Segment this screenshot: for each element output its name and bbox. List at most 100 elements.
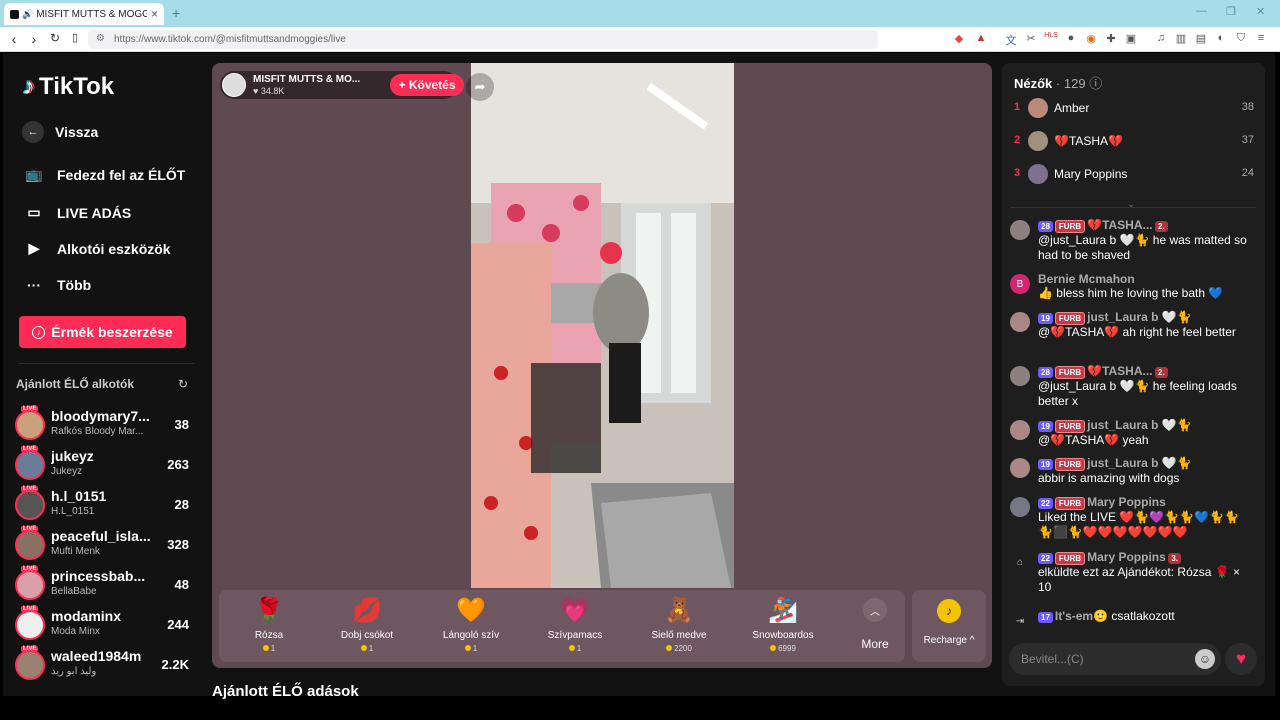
avatar[interactable] [1010,420,1030,440]
chat-text: @💔TASHA💔 yeah [1038,433,1149,447]
avatar[interactable] [1010,312,1030,332]
minimize-button[interactable]: — [1196,5,1207,17]
gift-item[interactable]: 🧸 Sielő medve 2200 [639,590,719,662]
extension-icon[interactable]: ◉ [1084,32,1098,45]
avatar[interactable] [1010,220,1030,240]
host-name[interactable]: MISFIT MUTTS & MO... [253,74,360,85]
creator-item[interactable]: LIVE peaceful_isla... Mufti Menk 328 [15,526,193,564]
avatar[interactable] [1010,366,1030,386]
tiktok-logo[interactable]: ♪ TikTok [23,73,114,101]
close-window-button[interactable]: ✕ [1256,5,1265,18]
coin-icon [770,645,777,651]
nav-creator-tools[interactable]: ▶ Alkotói eszközök [23,240,171,257]
top-viewer[interactable]: 3 Mary Poppins 24 [1014,162,1254,186]
live-video[interactable] [471,63,734,588]
chat-text: @just_Laura b 🤍🐈 he feeling loads better… [1038,379,1237,408]
translate-icon[interactable]: 文 [1004,32,1018,48]
gift-item[interactable]: 💗 Szívpamacs 1 [535,590,615,662]
brave-shield-icon[interactable]: ◆ [952,32,966,45]
sidebar-icon[interactable]: ▥ [1174,32,1188,45]
chat-username[interactable]: 💔TASHA... [1087,218,1152,232]
site-settings-icon[interactable]: ⚙ [96,33,105,44]
reload-icon[interactable]: ↻ [47,31,63,45]
extension-icon[interactable]: ● [1064,32,1078,44]
avatar [15,530,45,560]
close-tab-icon[interactable]: × [151,7,158,21]
gift-item[interactable]: 🏂 Snowboardos 6999 [743,590,823,662]
info-icon[interactable]: ⓘ [1089,76,1102,91]
chat-message: B Bernie Mcmahon 👍 bless him he loving t… [1010,272,1255,301]
chat-username[interactable]: 💔TASHA... [1087,364,1152,378]
avatar[interactable] [1010,458,1030,478]
chat-username[interactable]: Mary Poppins [1087,550,1166,564]
avatar[interactable]: B [1010,274,1030,294]
chat-username[interactable]: just_Laura b 🤍🐈 [1087,456,1192,470]
puzzle-icon[interactable]: ✚ [1104,32,1118,45]
avatar[interactable] [1010,497,1030,517]
live-player[interactable]: MISFIT MUTTS & MO... ♥ 34.8K + Követés ➦… [212,63,992,668]
recharge-button[interactable]: ♪ Recharge ^ [912,590,986,662]
like-heart-button[interactable]: ♥ [1225,643,1257,675]
media-icon[interactable]: ♫ [1154,32,1168,44]
tiktok-note-icon: ♪ [23,73,35,100]
chat-username[interactable]: Mary Poppins [1087,495,1166,509]
gift-item[interactable]: 🧡 Lángoló szív 1 [431,590,511,662]
shield-icon[interactable]: ⛉ [1234,32,1248,45]
live-badge: LIVE [21,646,39,652]
host-avatar[interactable] [222,73,246,97]
nav-explore-live[interactable]: 📺 Fedezd fel az ÉLŐT [23,166,185,183]
back-arrow-icon[interactable]: ‹ [6,31,22,47]
wallet-icon[interactable]: ▤ [1194,32,1208,45]
coin-icon [568,645,575,651]
avatar [15,450,45,480]
speaker-icon[interactable]: 🔊 [22,9,33,20]
chat-panel: Nézők · 129 ⓘ 1 Amber 38 2 💔TASHA💔 37 3 … [1002,63,1265,686]
bookmark-icon[interactable]: ▯ [67,31,83,44]
top-viewer[interactable]: 1 Amber 38 [1014,96,1254,120]
hls-extension-icon[interactable]: HLS [1044,32,1058,39]
creator-item[interactable]: LIVE jukeyz Jukeyz 263 [15,446,193,484]
get-coins-button[interactable]: ♪ Érmék beszerzése [19,316,186,348]
gift-item[interactable]: 💋 Dobj csókot 1 [327,590,407,662]
nav-go-live[interactable]: ▭ LIVE ADÁS [23,204,131,221]
chat-input[interactable]: Bevitel...(C) ☺ [1009,643,1221,675]
share-icon[interactable]: ➦ [466,73,494,101]
creator-item[interactable]: LIVE modaminx Moda Minx 244 [15,606,193,644]
kiss-gift-icon: 💋 [352,597,382,624]
extension-icon[interactable]: ▣ [1124,32,1138,45]
restore-button[interactable]: ❐ [1226,5,1236,18]
fan-badge: FURB [1054,497,1086,510]
creator-item[interactable]: LIVE h.l_0151 H.L_0151 28 [15,486,193,524]
nav-more[interactable]: ··· Több [23,277,91,293]
chat-username[interactable]: It's-em🙂 [1055,609,1108,623]
menu-icon[interactable]: ≡ [1254,32,1268,44]
new-tab-button[interactable]: + [172,5,180,21]
divider [1010,207,1256,208]
chevron-down-icon[interactable]: ⌄ [1127,199,1135,210]
vpn-icon[interactable]: ◐ [1214,32,1228,44]
chat-username[interactable]: just_Laura b 🤍🐈 [1087,418,1192,432]
host-info[interactable]: MISFIT MUTTS & MO... ♥ 34.8K + Követés [220,71,464,99]
creator-item[interactable]: LIVE waleed1984m وليد ابو ريد 2.2K [15,646,193,684]
chat-username[interactable]: Bernie Mcmahon [1038,272,1135,286]
browser-tab-strip: 🔊 MISFIT MUTTS & MOGGIE × + — ❐ ✕ [0,0,1280,27]
chat-username[interactable]: just_Laura b 🤍🐈 [1087,310,1192,324]
follow-button[interactable]: + Követés [390,74,464,96]
emoji-icon[interactable]: ☺ [1195,649,1215,669]
top-viewer[interactable]: 2 💔TASHA💔 37 [1014,129,1254,153]
more-gifts-button[interactable]: ︿ More [855,598,895,651]
gift-item[interactable]: 🌹 Rózsa 1 [229,590,309,662]
extension-icon[interactable]: ✂ [1024,32,1038,45]
viewers-header[interactable]: Nézők · 129 ⓘ [1014,73,1102,92]
refresh-icon[interactable]: ↻ [178,377,188,391]
chat-text: 👍 bless him he loving the bath 💙 [1038,286,1224,300]
back-button[interactable]: ← [22,121,44,143]
creator-item[interactable]: LIVE bloodymary7... Rafkós Bloody Mar...… [15,406,193,444]
creator-item[interactable]: LIVE princessbab... BellaBabe 48 [15,566,193,604]
forward-arrow-icon[interactable]: › [26,31,42,47]
back-label[interactable]: Vissza [55,124,98,140]
rewards-icon[interactable]: ▲ [974,32,988,44]
browser-tab[interactable]: 🔊 MISFIT MUTTS & MOGGIE × [4,3,164,25]
url-input[interactable]: ⚙ https://www.tiktok.com/@misfitmuttsand… [88,30,878,49]
flaming-heart-gift-icon: 🧡 [456,597,486,624]
